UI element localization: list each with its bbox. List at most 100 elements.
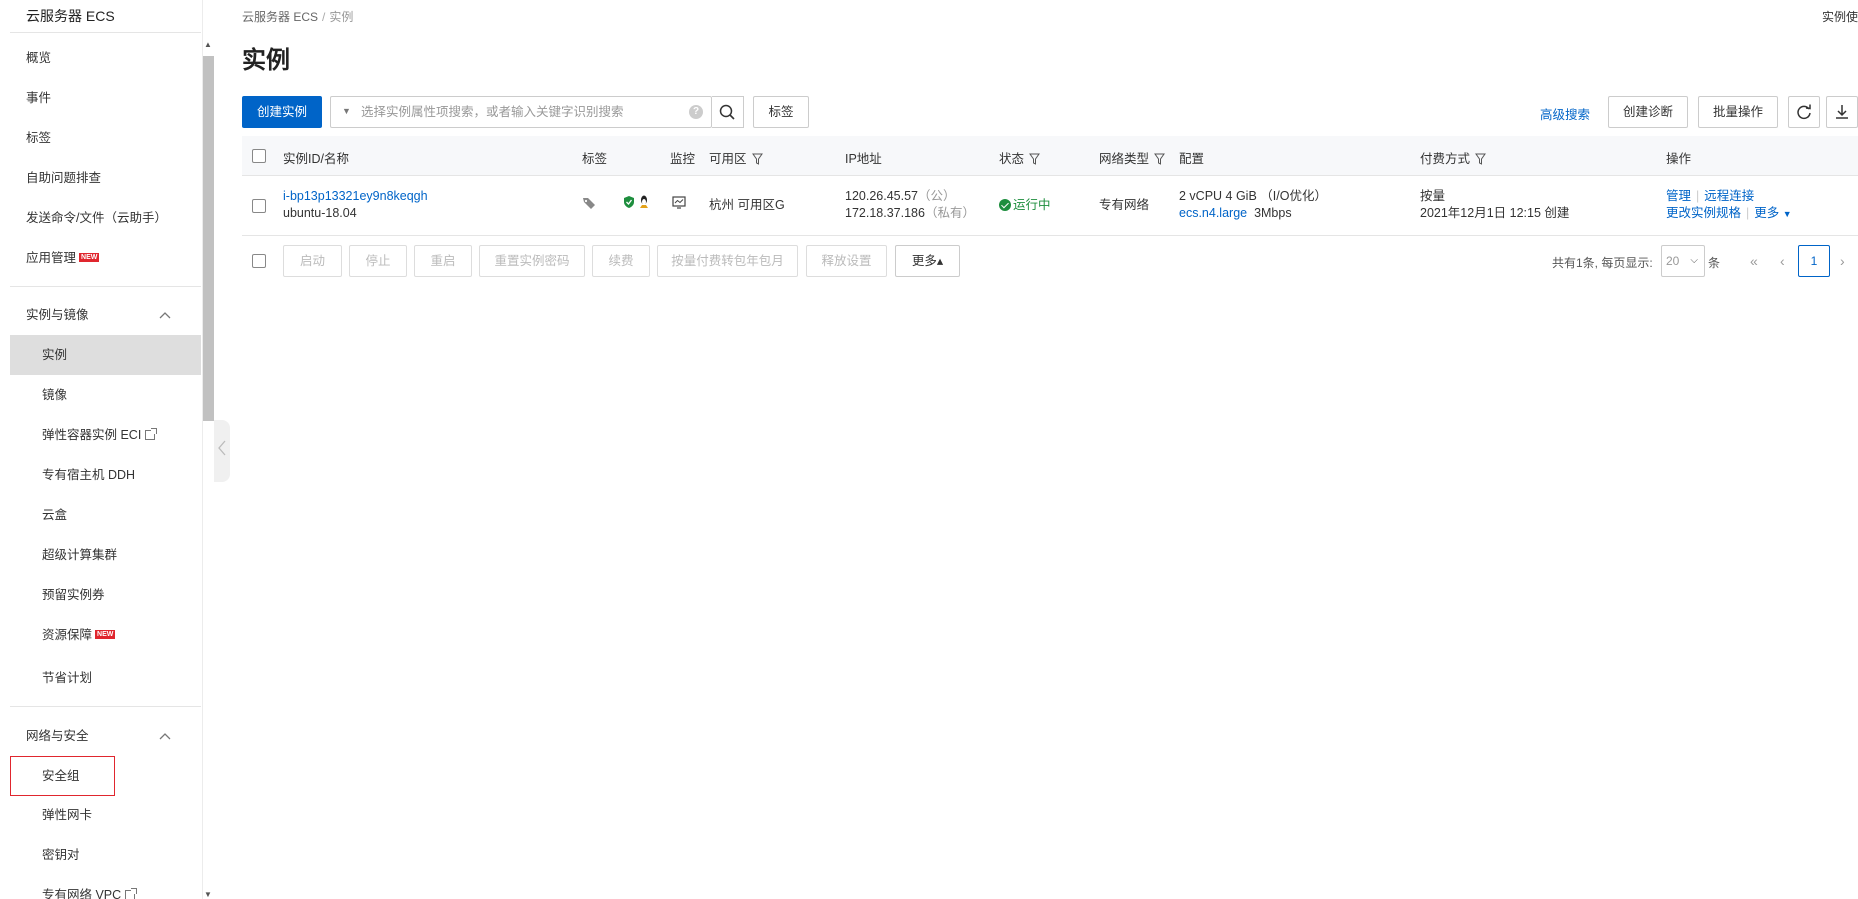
first-page-icon[interactable]: « (1750, 253, 1758, 269)
sidebar-item-images[interactable]: 镜像 (10, 375, 201, 415)
sidebar-scrollbar[interactable]: ▲ ▼ (202, 40, 214, 899)
advanced-search-link[interactable]: 高级搜索 (1540, 104, 1590, 123)
footer-select-all-checkbox[interactable] (252, 254, 266, 268)
column-billing[interactable]: 付费方式 (1420, 148, 1486, 167)
main-content: 云服务器 ECS/实例 实例使 实例 创建实例 ▼ ? 标签 高级搜索 创建诊断… (242, 0, 1858, 899)
column-actions: 操作 (1666, 152, 1692, 166)
filter-icon[interactable] (1154, 153, 1165, 165)
public-ip: 120.26.45.57 (845, 189, 918, 203)
more-actions-link[interactable]: 更多 ▼ (1754, 206, 1791, 220)
chevron-left-icon (218, 440, 226, 456)
sidebar-item-instances[interactable]: 实例 (10, 335, 201, 375)
create-instance-button[interactable]: 创建实例 (242, 96, 323, 128)
sidebar-item-key-pairs[interactable]: 密钥对 (10, 835, 201, 875)
sidebar-item-overview[interactable]: 概览 (10, 38, 201, 78)
sidebar-item-app-management[interactable]: 应用管理 NEW (10, 238, 201, 278)
tag-filter-button[interactable]: 标签 (753, 96, 809, 128)
create-diagnosis-button[interactable]: 创建诊断 (1608, 96, 1689, 128)
column-status[interactable]: 状态 (999, 148, 1040, 167)
row-checkbox[interactable] (252, 199, 266, 213)
remote-connect-link[interactable]: 远程连接 (1704, 189, 1754, 203)
column-tags: 标签 (582, 152, 608, 166)
convert-subscription-button[interactable]: 按量付费转包年包月 (657, 245, 798, 277)
sidebar-item-super-computing[interactable]: 超级计算集群 (10, 535, 201, 575)
sidebar-item-eci[interactable]: 弹性容器实例 ECI (10, 415, 201, 455)
sidebar-item-events[interactable]: 事件 (10, 78, 201, 118)
sidebar-item-reserved-instances[interactable]: 预留实例券 (10, 575, 201, 615)
caret-down-icon[interactable]: ▼ (342, 106, 351, 116)
restart-button[interactable]: 重启 (414, 245, 472, 277)
filter-icon[interactable] (1029, 153, 1040, 165)
toolbar: 创建实例 ▼ ? 标签 高级搜索 创建诊断 批量操作 (242, 96, 1858, 128)
instance-type-link[interactable]: ecs.n4.large (1179, 206, 1247, 220)
breadcrumb-root[interactable]: 云服务器 ECS (242, 10, 318, 24)
sidebar-item-savings-plan[interactable]: 节省计划 (10, 658, 201, 698)
sidebar-item-resource-assurance[interactable]: 资源保障 NEW (10, 615, 201, 655)
more-button[interactable]: 更多▴ (895, 245, 960, 277)
divider (10, 706, 201, 707)
instance-name: ubuntu-18.04 (283, 206, 357, 220)
page-size-select[interactable]: 20 ⌵ (1661, 245, 1705, 277)
instance-id-cell: i-bp13p13321ey9n8keqgh ubuntu-18.04 (283, 188, 428, 222)
manage-link[interactable]: 管理 (1666, 189, 1691, 203)
instance-id-link[interactable]: i-bp13p13321ey9n8keqgh (283, 188, 428, 205)
download-button[interactable] (1826, 96, 1858, 128)
next-page-icon[interactable]: › (1840, 253, 1845, 269)
start-button[interactable]: 启动 (283, 245, 342, 277)
sidebar-group-instances[interactable]: 实例与镜像 (10, 295, 201, 335)
security-shield-icon[interactable] (622, 195, 636, 214)
sidebar-item-ddh[interactable]: 专有宿主机 DDH (10, 455, 201, 495)
renew-button[interactable]: 续费 (592, 245, 650, 277)
sidebar-item-security-group[interactable]: 安全组 (10, 756, 115, 796)
stop-button[interactable]: 停止 (349, 245, 407, 277)
help-icon[interactable]: ? (689, 105, 703, 119)
refresh-button[interactable] (1788, 96, 1820, 128)
filter-icon[interactable] (751, 153, 763, 165)
select-all-checkbox[interactable] (252, 149, 266, 163)
breadcrumb-current: 实例 (329, 10, 354, 24)
created-time: 2021年12月1日 12:15 创建 (1420, 206, 1570, 220)
network-cell: 专有网络 (1099, 198, 1150, 212)
reset-password-button[interactable]: 重置实例密码 (479, 245, 585, 277)
sidebar-item-tags[interactable]: 标签 (10, 118, 201, 158)
tag-icon[interactable] (582, 196, 596, 215)
status-badge: 运行中 (999, 197, 1051, 214)
search-box[interactable]: ▼ ? (330, 96, 712, 128)
billing-type: 按量 (1420, 189, 1446, 203)
sidebar-item-cloudbox[interactable]: 云盒 (10, 495, 201, 535)
sidebar-item-vpc[interactable]: 专有网络 VPC (10, 875, 201, 899)
sidebar-group-network[interactable]: 网络与安全 (10, 716, 201, 756)
sidebar: 云服务器 ECS 概览 事件 标签 自助问题排查 发送命令/文件（云助手） 应用… (0, 0, 203, 899)
column-id-name: 实例ID/名称 (283, 152, 349, 166)
chevron-down-icon: ⌵ (1690, 255, 1698, 266)
breadcrumb: 云服务器 ECS / 实例 (242, 8, 353, 25)
search-button[interactable] (712, 96, 744, 128)
prev-page-icon[interactable]: ‹ (1780, 253, 1785, 269)
release-settings-button[interactable]: 释放设置 (806, 245, 887, 277)
monitor-icon[interactable] (672, 196, 686, 214)
new-badge: NEW (95, 630, 116, 639)
column-zone[interactable]: 可用区 (709, 148, 763, 167)
change-spec-link[interactable]: 更改实例规格 (1666, 206, 1741, 220)
column-monitor: 监控 (670, 152, 696, 166)
sidebar-item-troubleshoot[interactable]: 自助问题排查 (10, 158, 201, 198)
public-ip-tag: （公） (918, 189, 956, 203)
column-config: 配置 (1179, 152, 1205, 166)
download-icon (1836, 105, 1848, 119)
search-input[interactable] (361, 103, 681, 121)
page-title: 实例 (242, 47, 290, 74)
page-number-current[interactable]: 1 (1798, 245, 1830, 277)
scroll-up-icon[interactable]: ▲ (204, 40, 212, 49)
caret-down-icon: ▼ (1782, 209, 1792, 219)
batch-operation-button[interactable]: 批量操作 (1698, 96, 1779, 128)
scroll-down-icon[interactable]: ▼ (204, 890, 212, 899)
sidebar-item-cloud-assistant[interactable]: 发送命令/文件（云助手） (10, 198, 201, 238)
sidebar-item-eni[interactable]: 弹性网卡 (10, 795, 201, 835)
sidebar-collapse-handle[interactable] (214, 420, 230, 482)
top-right-link[interactable]: 实例使 (1822, 8, 1858, 25)
config-cell: 2 vCPU 4 GiB （I/O优化） ecs.n4.large 3Mbps (1179, 188, 1327, 222)
external-link-icon (125, 888, 138, 899)
scrollbar-thumb[interactable] (203, 56, 214, 421)
column-network[interactable]: 网络类型 (1099, 148, 1165, 167)
filter-icon[interactable] (1475, 153, 1486, 165)
